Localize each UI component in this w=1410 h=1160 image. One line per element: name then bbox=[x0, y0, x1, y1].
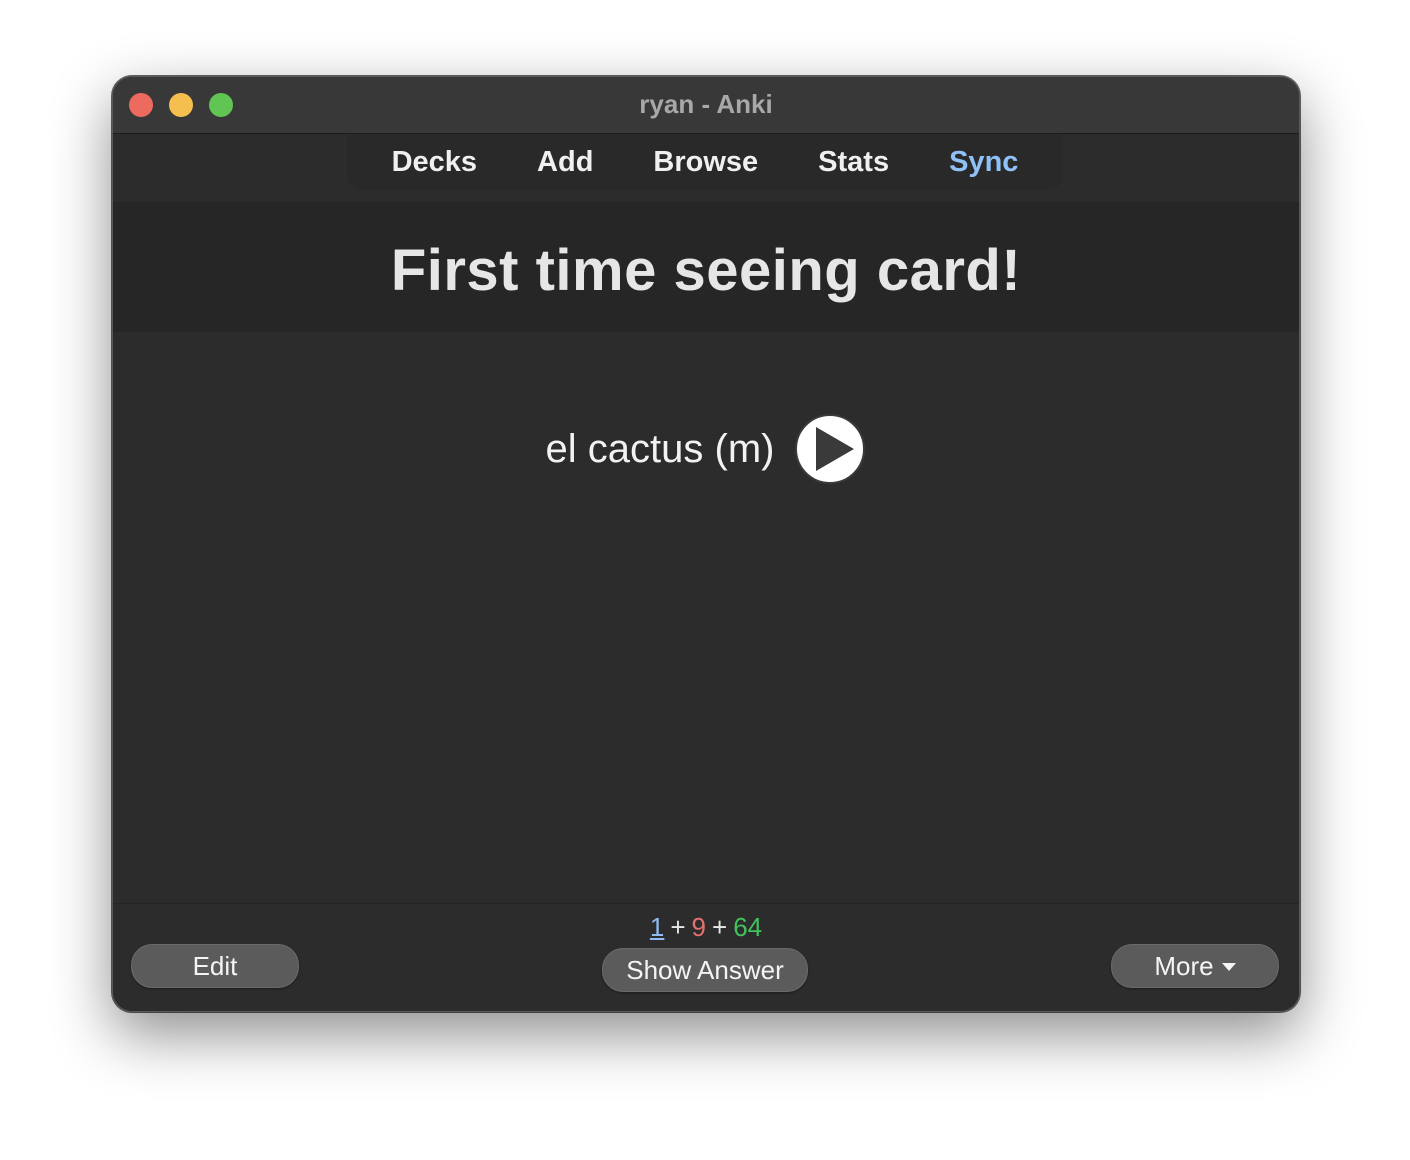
anki-window: ryan - Anki Decks Add Browse Stats Sync … bbox=[112, 76, 1300, 1012]
toolbar-decks-link[interactable]: Decks bbox=[362, 146, 507, 179]
more-button-label: More bbox=[1154, 951, 1214, 981]
toolbar-stats-link[interactable]: Stats bbox=[788, 146, 919, 179]
toolbar-browse-link[interactable]: Browse bbox=[623, 146, 788, 179]
show-answer-button[interactable]: Show Answer bbox=[602, 948, 808, 992]
toolbar-sync-link[interactable]: Sync bbox=[919, 146, 1048, 179]
main-toolbar: Decks Add Browse Stats Sync bbox=[347, 134, 1063, 190]
more-button[interactable]: More bbox=[1111, 944, 1279, 988]
new-count: 1 bbox=[649, 912, 665, 942]
learning-count: 9 bbox=[691, 912, 706, 942]
count-separator: + bbox=[712, 912, 728, 942]
toolbar-add-link[interactable]: Add bbox=[507, 146, 623, 179]
chevron-down-icon bbox=[1221, 962, 1236, 971]
card-header-title: First time seeing card! bbox=[390, 238, 1022, 303]
card-front: el cactus (m) bbox=[113, 412, 1299, 486]
toolbar-area: Decks Add Browse Stats Sync bbox=[113, 134, 1299, 202]
count-separator: + bbox=[670, 912, 686, 942]
due-counts: 1 +9 +64 bbox=[113, 912, 1299, 943]
card-front-text: el cactus (m) bbox=[545, 426, 775, 471]
play-icon[interactable] bbox=[794, 413, 866, 485]
window-title: ryan - Anki bbox=[639, 89, 773, 119]
edit-button[interactable]: Edit bbox=[131, 944, 299, 988]
bottom-bar: Edit 1 +9 +64 Show Answer More bbox=[113, 903, 1299, 1011]
title-bar[interactable]: ryan - Anki bbox=[113, 77, 1299, 134]
review-count: 64 bbox=[733, 912, 763, 942]
